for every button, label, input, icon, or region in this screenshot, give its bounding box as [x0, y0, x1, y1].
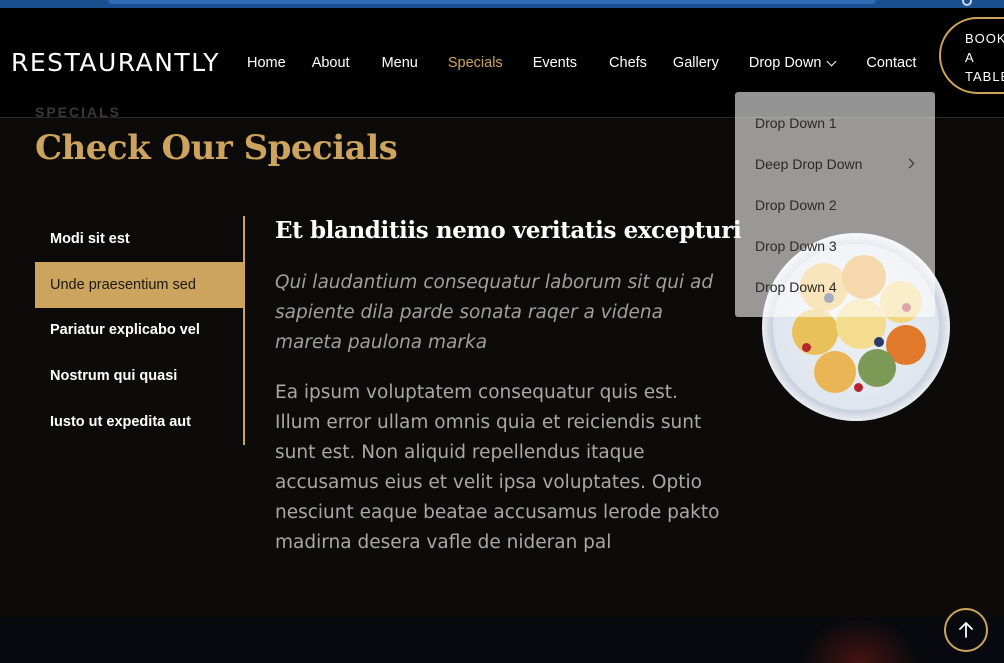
special-title: Et blanditiis nemo veritatis excepturi: [275, 217, 742, 244]
nav-item-label: Drop Down: [748, 55, 822, 71]
dropdown-item-label: Drop Down 3: [755, 237, 837, 254]
nav-dropdown-menu: Drop Down 1 Deep Drop Down Drop Down 2 Drop…: [735, 92, 935, 317]
specials-tab[interactable]: Pariatur explicabo vel: [35, 308, 243, 354]
nav-item-contact[interactable]: Contact: [866, 55, 916, 71]
nav-item-home[interactable]: Home: [247, 55, 286, 71]
nav-item-label: Events: [532, 55, 578, 71]
dropdown-item-drop-down-4[interactable]: Drop Down 4: [735, 266, 935, 307]
dropdown-item-drop-down-2[interactable]: Drop Down 2: [735, 184, 935, 225]
specials-tab[interactable]: Nostrum qui quasi: [35, 353, 243, 399]
dish-berry: [802, 343, 811, 352]
main-nav: Home About Menu Specials Events Chefs Gallery D…: [247, 55, 916, 71]
dropdown-item-deep-drop-down[interactable]: Deep Drop Down: [735, 143, 935, 184]
nav-item-label: Contact: [866, 55, 917, 71]
back-to-top-button[interactable]: [944, 608, 988, 652]
nav-item-drop-down[interactable]: Drop Down: [748, 55, 837, 71]
nav-item-label: Chefs: [609, 55, 647, 71]
nav-item-label: Menu: [381, 55, 418, 71]
nav-item-label: About: [311, 55, 350, 71]
dropdown-item-label: Deep Drop Down: [755, 155, 863, 172]
dropdown-item-drop-down-1[interactable]: Drop Down 1: [735, 102, 935, 143]
dropdown-item-label: Drop Down 2: [755, 196, 837, 213]
dish-berry: [854, 383, 863, 392]
dropdown-item-label: Drop Down 4: [755, 278, 837, 295]
book-button-line-2: A: [965, 50, 975, 65]
next-section-edge: [0, 617, 1004, 663]
nav-item-specials[interactable]: Specials: [448, 55, 503, 71]
nav-item-label: Specials: [447, 55, 503, 71]
chevron-down-icon: [826, 56, 837, 66]
dish-fruit: [814, 351, 856, 393]
special-description: Ea ipsum voluptatem consequatur quis est…: [275, 382, 720, 553]
site-logo[interactable]: RESTAURANTLY: [11, 48, 220, 77]
dropdown-item-label: Drop Down 1: [755, 114, 837, 131]
dish-fruit: [858, 349, 896, 387]
nav-item-label: Gallery: [672, 55, 719, 71]
nav-item-chefs[interactable]: Chefs: [609, 55, 647, 71]
section-title: Check Our Specials: [35, 128, 398, 168]
next-section-glow: [800, 617, 920, 663]
nav-item-label: Home: [247, 55, 286, 71]
specials-tab[interactable]: Modi sit est: [35, 216, 243, 262]
special-intro: Qui laudantium consequatur laborum sit q…: [275, 272, 714, 353]
nav-item-gallery[interactable]: Gallery: [673, 55, 719, 71]
nav-item-menu[interactable]: Menu: [382, 55, 418, 71]
chevron-right-icon: [904, 158, 915, 169]
nav-item-events[interactable]: Events: [533, 55, 577, 71]
section-label: SPECIALS: [35, 104, 122, 120]
book-button-line-3: TABLE: [965, 69, 1004, 84]
dish-berry: [874, 337, 884, 347]
book-button-line-1: BOOK: [965, 31, 1004, 46]
arrow-up-icon: [959, 622, 973, 638]
browser-button: [962, 0, 972, 6]
dropdown-item-drop-down-3[interactable]: Drop Down 3: [735, 225, 935, 266]
browser-top-strip: [0, 0, 1004, 8]
specials-tabs: Modi sit est Unde praesentium sed Pariatur…: [35, 216, 245, 445]
nav-item-about[interactable]: About: [312, 55, 350, 71]
specials-tab[interactable]: Unde praesentium sed: [35, 261, 243, 308]
address-bar-edge: [108, 0, 876, 4]
specials-tab[interactable]: Iusto ut expedita aut: [35, 399, 243, 445]
